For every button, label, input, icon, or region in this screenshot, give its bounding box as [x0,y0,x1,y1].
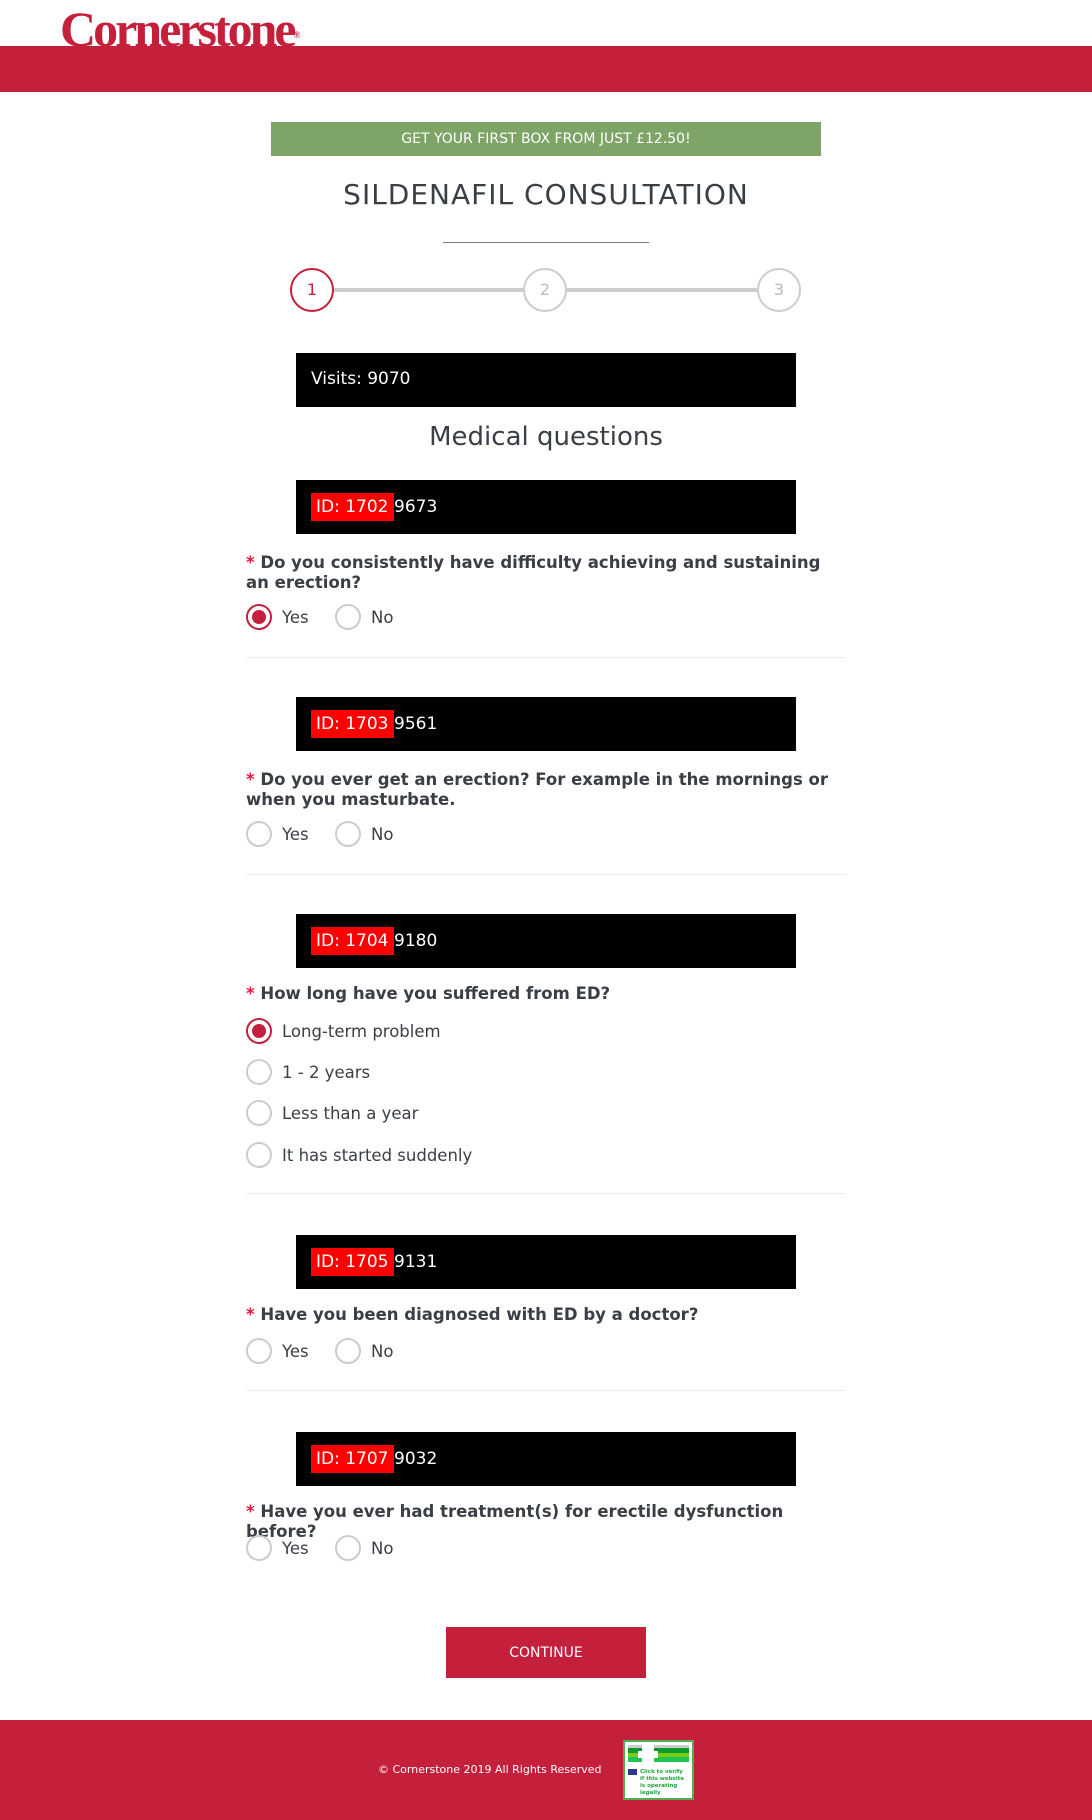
step-connector [567,288,757,292]
question-label: Do you ever get an erection? For example… [246,770,829,809]
radio-option[interactable]: Yes [246,604,309,630]
question-id-box: ID: 1704 9180 [296,914,796,968]
required-marker: * [246,553,255,572]
radio-label: Less than a year [282,1103,419,1123]
radio-button[interactable] [246,604,272,630]
page-title: SILDENAFIL CONSULTATION [343,178,749,211]
radio-button[interactable] [335,821,361,847]
radio-option[interactable]: No [335,604,393,630]
required-marker: * [246,1305,255,1324]
question-id-number: 9131 [394,1252,438,1272]
question-id-number: 9673 [394,497,438,517]
question-id-badge: ID: 1705 [311,1248,394,1276]
radio-option[interactable]: No [335,1535,393,1561]
svg-text:is operating: is operating [640,1783,677,1789]
question-id-box: ID: 1702 9673 [296,480,796,534]
radio-button[interactable] [246,1059,272,1085]
radio-label: No [371,824,394,844]
radio-option[interactable]: Long-term problem [246,1018,441,1044]
question-id-number: 9180 [394,931,438,951]
pharmacy-cross-icon: Click to verify if this website is opera… [628,1745,689,1796]
radio-button[interactable] [246,821,272,847]
question-separator [246,874,846,875]
question-id-badge: ID: 1703 [311,710,394,738]
question-label: Do you consistently have difficulty achi… [246,553,821,592]
visits-box: Visits: 9070 [296,353,796,407]
radio-button[interactable] [335,604,361,630]
required-marker: * [246,984,255,1003]
verify-legal-badge[interactable]: Click to verify if this website is opera… [623,1740,694,1800]
required-marker: * [246,1502,255,1521]
radio-label: 1 - 2 years [282,1062,371,1082]
radio-button[interactable] [246,1018,272,1044]
question-id-box: ID: 1703 9561 [296,697,796,751]
radio-option[interactable]: Yes [246,821,309,847]
step-connector [334,288,523,292]
question-id-badge: ID: 1707 [311,1445,394,1473]
question-id-number: 9032 [394,1449,438,1469]
registered-mark: ® [293,30,301,40]
promo-banner: GET YOUR FIRST BOX FROM JUST £12.50! [271,122,821,156]
radio-option[interactable]: Yes [246,1338,309,1364]
svg-text:Click to verify: Click to verify [640,1769,683,1775]
radio-option[interactable]: No [335,1338,393,1364]
radio-label: No [371,607,394,627]
radio-label: Long-term problem [282,1021,441,1041]
question-text: * Do you consistently have difficulty ac… [246,553,846,593]
visits-text: Visits: 9070 [311,369,411,389]
question-id-number: 9561 [394,714,438,734]
radio-button[interactable] [335,1338,361,1364]
question-text: * Do you ever get an erection? For examp… [246,770,846,810]
question-text: * Have you been diagnosed with ED by a d… [246,1305,846,1325]
question-id-badge: ID: 1704 [311,927,394,955]
section-title: Medical questions [429,422,663,452]
radio-button[interactable] [335,1535,361,1561]
question-label: Have you been diagnosed with ED by a doc… [260,1305,699,1324]
question-id-box: ID: 1707 9032 [296,1432,796,1486]
radio-option[interactable]: 1 - 2 years [246,1059,370,1085]
step-2: 2 [523,268,567,312]
radio-label: No [371,1341,394,1361]
svg-text:if this website: if this website [640,1776,684,1782]
title-divider [443,242,649,243]
radio-label: Yes [282,824,309,844]
question-label: How long have you suffered from ED? [260,984,611,1003]
question-label: Have you ever had treatment(s) for erect… [246,1502,784,1541]
radio-option[interactable]: It has started suddenly [246,1142,472,1168]
question-id-box: ID: 1705 9131 [296,1235,796,1289]
radio-button[interactable] [246,1535,272,1561]
svg-text:legally: legally [640,1790,661,1796]
copyright: © Cornerstone 2019 All Rights Reserved [378,1763,602,1776]
question-separator [246,1193,846,1194]
question-text: * How long have you suffered from ED? [246,984,846,1004]
required-marker: * [246,770,255,789]
radio-option[interactable]: Yes [246,1535,309,1561]
radio-label: Yes [282,607,309,627]
step-3: 3 [757,268,801,312]
question-separator [246,1390,846,1391]
header-band [0,46,1092,92]
question-id-badge: ID: 1702 [311,493,394,521]
step-1: 1 [290,268,334,312]
radio-label: It has started suddenly [282,1145,473,1165]
radio-button[interactable] [246,1100,272,1126]
question-separator [246,657,846,658]
radio-label: No [371,1538,394,1558]
continue-button[interactable]: CONTINUE [446,1627,646,1678]
radio-button[interactable] [246,1142,272,1168]
radio-option[interactable]: Less than a year [246,1100,418,1126]
radio-option[interactable]: No [335,821,393,847]
radio-button[interactable] [246,1338,272,1364]
radio-label: Yes [282,1538,309,1558]
radio-label: Yes [282,1341,309,1361]
